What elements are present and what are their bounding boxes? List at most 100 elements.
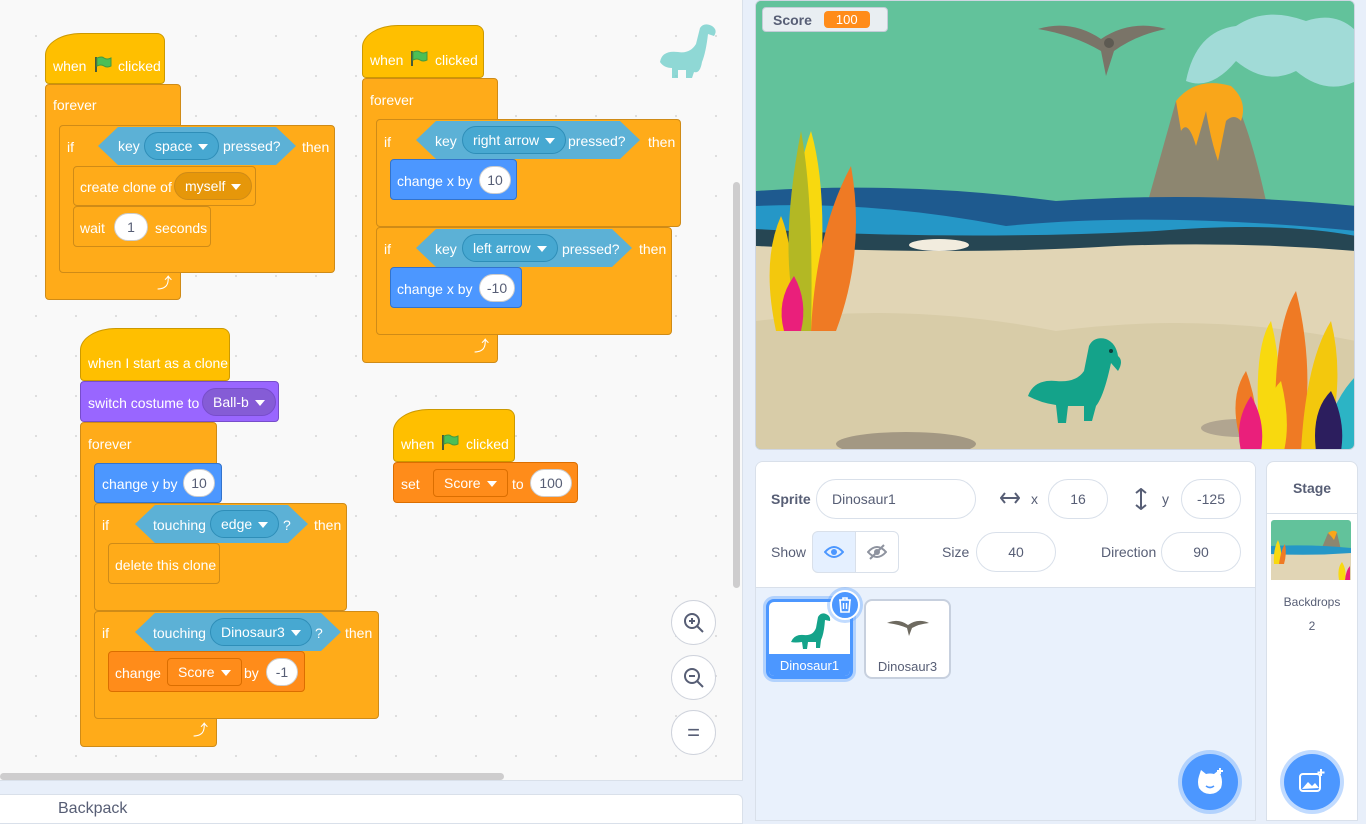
key-pressed-sensing[interactable]: key space pressed? [98, 127, 296, 165]
trash-icon [839, 597, 851, 613]
score-monitor: Score 100 [762, 7, 888, 32]
clone-target-dropdown[interactable]: myself [174, 172, 253, 200]
hide-sprite-toggle[interactable] [855, 531, 899, 573]
variable-dropdown[interactable]: Score [167, 658, 242, 686]
key-left-pressed-sensing[interactable]: key left arrow pressed? [416, 229, 632, 267]
touching-edge-sensing[interactable]: touching edge ? [135, 505, 308, 543]
touching-label: touching [153, 625, 206, 641]
change-x-block[interactable]: change x by -10 [390, 267, 522, 308]
wait-input[interactable]: 1 [114, 213, 148, 241]
when-flag-clicked-hat[interactable]: when clicked [393, 409, 515, 462]
delete-clone-label: delete this clone [115, 557, 217, 573]
backdrops-count: 2 [1308, 619, 1316, 633]
choose-backdrop-button[interactable] [1284, 754, 1340, 810]
delete-clone-block[interactable]: delete this clone [108, 543, 220, 584]
wait-label: wait [80, 220, 105, 236]
cat-add-icon [1198, 768, 1223, 794]
touching-dropdown[interactable]: edge [210, 510, 279, 538]
x-position-input[interactable]: 16 [1048, 479, 1108, 519]
then-label: then [648, 134, 676, 150]
pressed-label: pressed? [223, 138, 281, 154]
horizontal-scrollbar[interactable] [0, 773, 504, 780]
if-label: if [102, 517, 109, 533]
key-value: left arrow [473, 240, 531, 256]
sprite-tile-label: Dinosaur1 [769, 654, 850, 676]
backdrop-thumbnail[interactable] [1271, 520, 1351, 580]
clone-hat-label: when I start as a clone [88, 355, 229, 371]
change-x-block[interactable]: change x by 10 [390, 159, 517, 200]
repeat-arrow-icon: ⤴ [473, 338, 489, 355]
wait-block[interactable]: wait 1 seconds [73, 206, 211, 247]
clicked-label: clicked [435, 52, 478, 68]
sprite-panel: Sprite Dinosaur1 x 16 y -125 Show Size 4… [755, 461, 1256, 821]
when-clone-start-hat[interactable]: when I start as a clone [80, 328, 230, 381]
costume-dropdown[interactable]: Ball-b [202, 388, 276, 416]
change-by-input[interactable]: -1 [266, 658, 298, 686]
green-flag-icon [411, 50, 428, 66]
when-label: when [53, 58, 87, 74]
choose-sprite-button[interactable] [1182, 754, 1238, 810]
then-label: then [314, 517, 342, 533]
key-label: key [118, 138, 140, 154]
change-y-block[interactable]: change y by 10 [94, 463, 222, 503]
set-value-input[interactable]: 100 [530, 469, 572, 497]
y-position-input[interactable]: -125 [1181, 479, 1241, 519]
clicked-label: clicked [118, 58, 161, 74]
zoom-reset-button[interactable]: = [671, 710, 716, 755]
horizontal-arrows-icon [1000, 492, 1020, 504]
if-label: if [384, 134, 391, 150]
seconds-label: seconds [155, 220, 208, 236]
size-input[interactable]: 40 [976, 532, 1056, 572]
zoom-out-button[interactable] [671, 655, 716, 700]
vertical-scrollbar[interactable] [733, 182, 740, 588]
key-dropdown[interactable]: space [144, 132, 219, 160]
then-label: then [302, 139, 330, 155]
show-sprite-toggle[interactable] [812, 531, 856, 573]
stage-canvas[interactable] [755, 0, 1355, 450]
by-label: by [244, 665, 259, 681]
variable-value: Score [178, 664, 215, 680]
touching-label: touching [153, 517, 206, 533]
score-monitor-value: 100 [823, 11, 870, 28]
sprite-name-input[interactable]: Dinosaur1 [816, 479, 976, 519]
costume-value: Ball-b [213, 394, 249, 410]
key-dropdown[interactable]: right arrow [462, 126, 566, 154]
clone-target-value: myself [185, 178, 226, 194]
key-label: key [435, 241, 457, 257]
zoom-reset-icon: = [687, 719, 700, 745]
touching-dropdown[interactable]: Dinosaur3 [210, 618, 312, 646]
show-label: Show [771, 544, 807, 560]
question-label: ? [283, 517, 291, 533]
when-flag-clicked-hat[interactable]: when clicked [45, 33, 165, 84]
change-x-input[interactable]: 10 [479, 166, 511, 194]
change-variable-block[interactable]: change Score by -1 [108, 651, 305, 692]
switch-costume-block[interactable]: switch costume to Ball-b [80, 381, 279, 422]
forever-label: forever [370, 92, 414, 108]
x-label: x [1031, 491, 1038, 507]
create-clone-block[interactable]: create clone of myself [73, 166, 256, 206]
variable-dropdown[interactable]: Score [433, 469, 508, 497]
stage-title: Stage [1267, 462, 1357, 514]
set-variable-block[interactable]: set Score to 100 [393, 462, 578, 503]
dinosaur-sprite-watermark-icon [660, 24, 716, 78]
stage-selector-panel[interactable]: Stage Backdrops 2 [1266, 461, 1358, 821]
key-dropdown[interactable]: left arrow [462, 234, 558, 262]
vertical-arrows-icon [1135, 488, 1147, 510]
touching-value: edge [221, 516, 253, 532]
question-label: ? [315, 625, 323, 641]
change-y-input[interactable]: 10 [183, 469, 215, 497]
backpack-bar[interactable]: Backpack [0, 794, 743, 824]
key-value: space [155, 138, 193, 154]
change-x-input[interactable]: -10 [479, 274, 515, 302]
sprite-info: Sprite Dinosaur1 x 16 y -125 Show Size 4… [756, 462, 1255, 588]
code-workspace[interactable]: when clicked forever ⤴ if key space pres… [0, 0, 743, 781]
key-right-pressed-sensing[interactable]: key right arrow pressed? [416, 121, 640, 159]
touching-dinosaur-sensing[interactable]: touching Dinosaur3 ? [135, 613, 341, 651]
delete-sprite-button[interactable] [830, 590, 860, 620]
direction-input[interactable]: 90 [1161, 532, 1241, 572]
then-label: then [345, 625, 373, 641]
sprite-tile-dinosaur3[interactable]: Dinosaur3 [864, 599, 951, 679]
zoom-in-button[interactable] [671, 600, 716, 645]
pressed-label: pressed? [568, 133, 626, 149]
when-flag-clicked-hat[interactable]: when clicked [362, 25, 484, 78]
